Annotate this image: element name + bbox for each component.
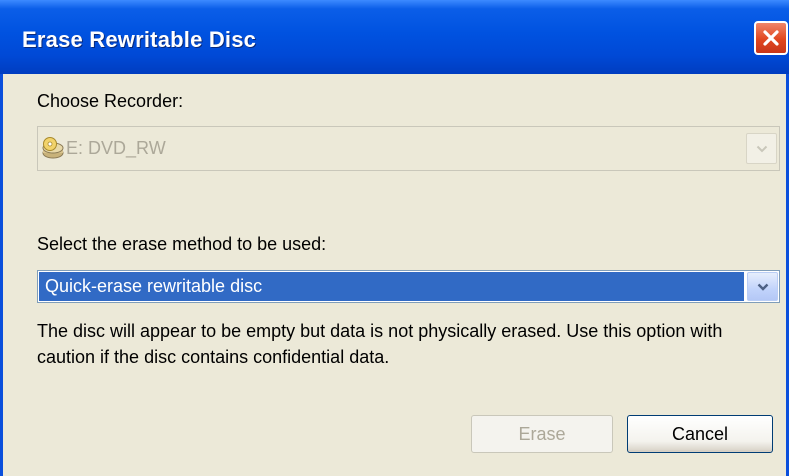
- erase-method-value: Quick-erase rewritable disc: [39, 272, 744, 301]
- dialog-body: Choose Recorder: E: DVD_RW Select the er…: [3, 74, 786, 476]
- erase-method-dropdown[interactable]: Quick-erase rewritable disc: [37, 270, 780, 303]
- erase-button[interactable]: Erase: [471, 415, 613, 453]
- title-bar[interactable]: Erase Rewritable Disc: [0, 0, 789, 74]
- close-button[interactable]: [754, 21, 788, 55]
- recorder-dropdown[interactable]: E: DVD_RW: [37, 126, 780, 171]
- erase-method-description: The disc will appear to be empty but dat…: [37, 321, 723, 367]
- erase-method-label: Select the erase method to be used:: [37, 234, 327, 254]
- window-title: Erase Rewritable Disc: [22, 27, 257, 52]
- erase-method-dropdown-arrow[interactable]: [747, 272, 778, 301]
- recorder-dropdown-arrow[interactable]: [746, 133, 777, 164]
- recorder-value: E: DVD_RW: [66, 138, 166, 158]
- erase-disc-dialog: Erase Rewritable Disc Choose Recorder: E…: [0, 0, 789, 476]
- close-icon: [763, 30, 779, 46]
- cancel-button[interactable]: Cancel: [627, 415, 773, 453]
- optical-drive-icon: [42, 137, 64, 159]
- chevron-down-icon: [757, 283, 768, 291]
- recorder-label: Choose Recorder:: [37, 91, 184, 111]
- chevron-down-icon: [756, 145, 767, 152]
